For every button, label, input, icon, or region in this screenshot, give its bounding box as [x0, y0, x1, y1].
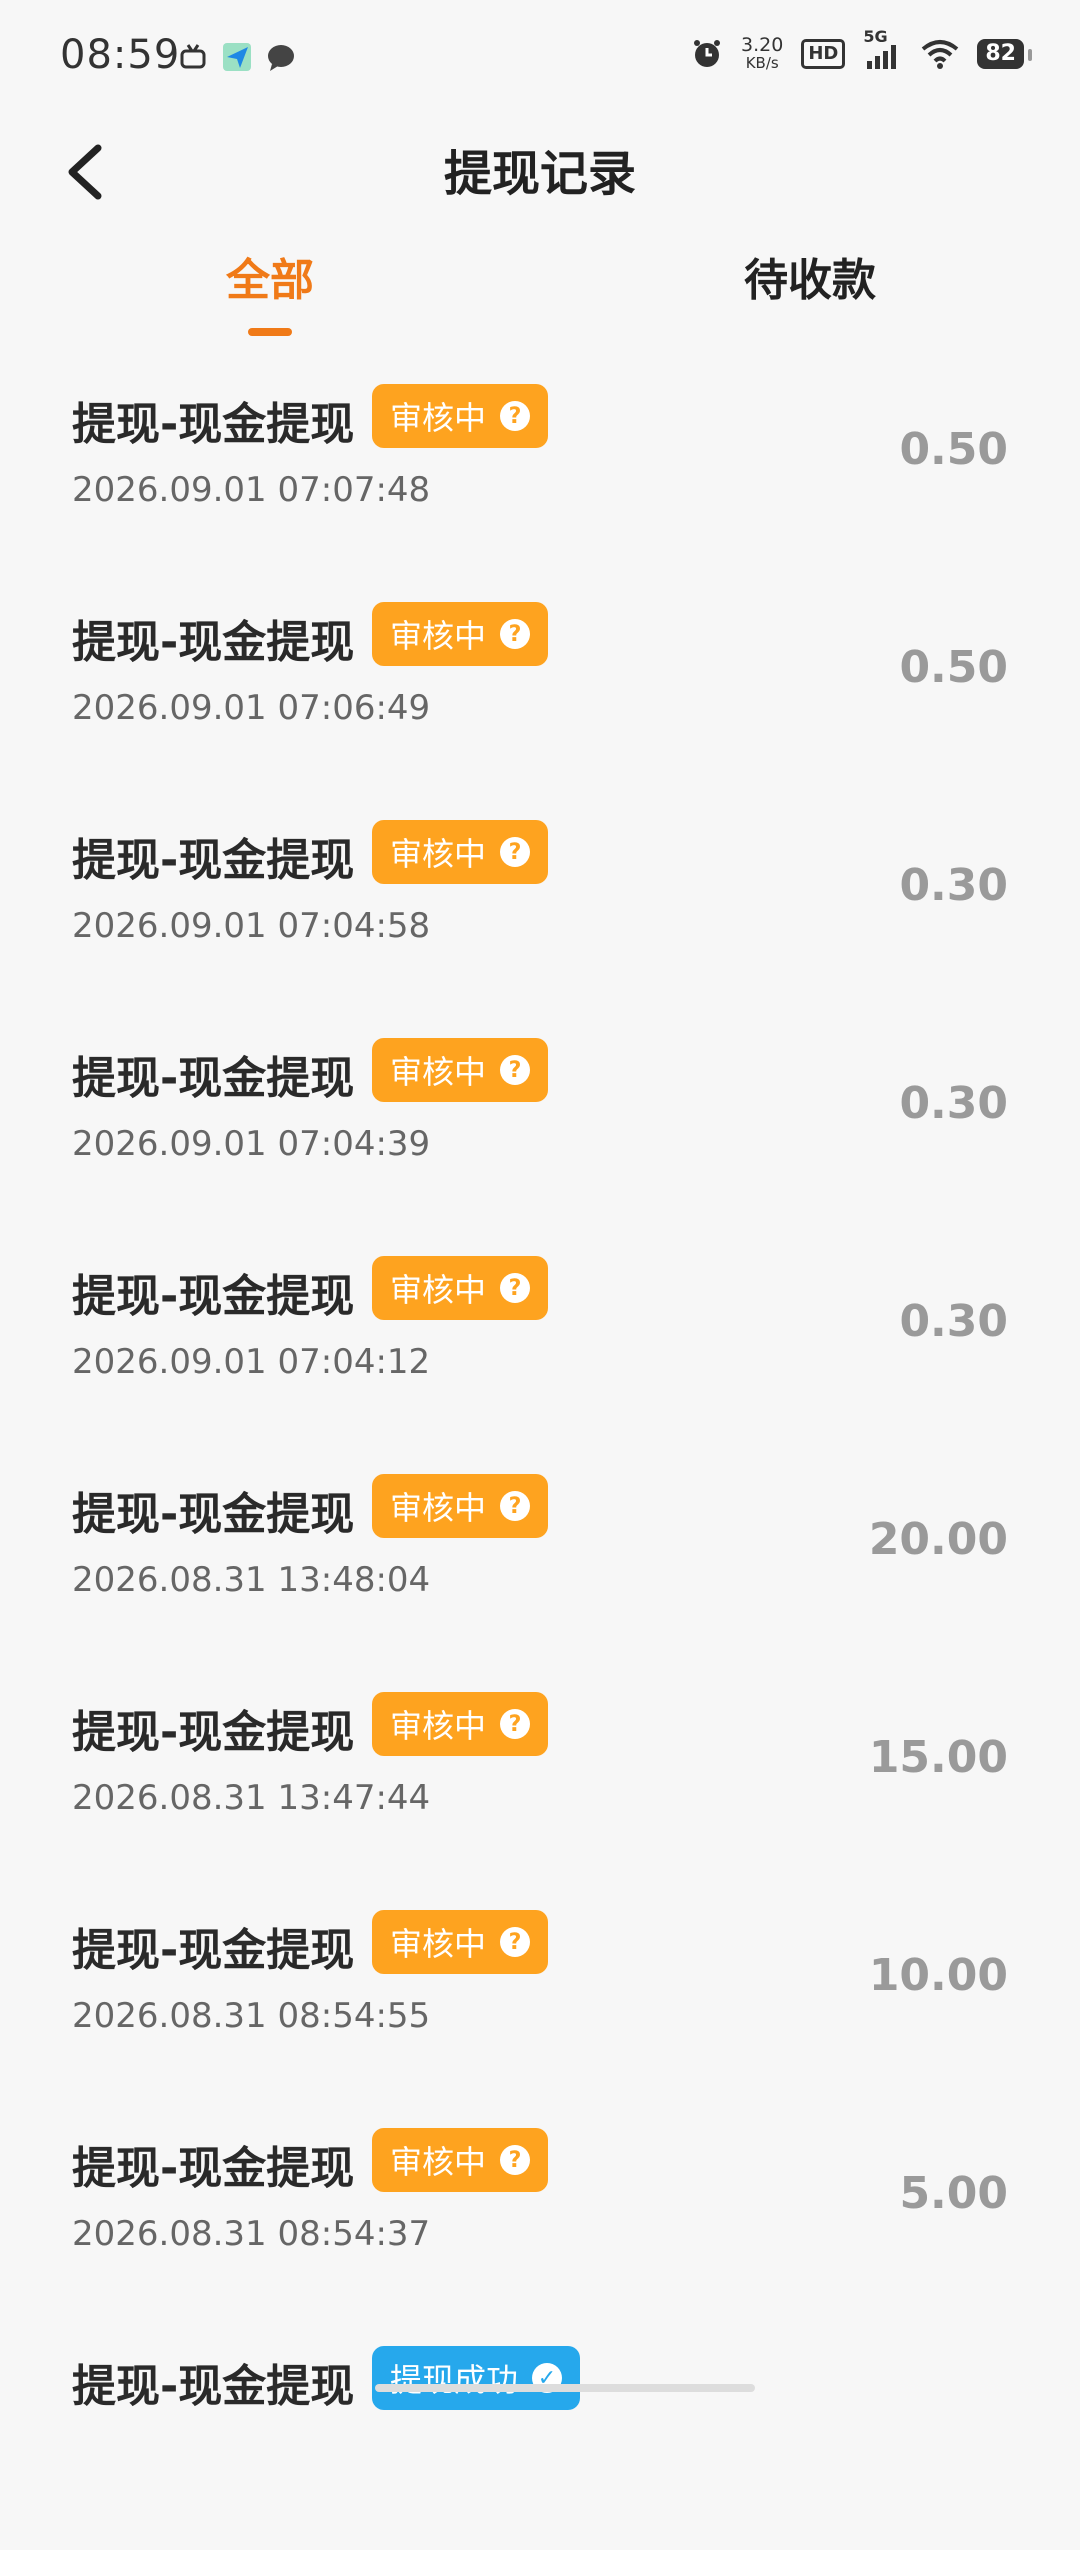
status-label: 审核中	[390, 1707, 487, 1745]
record-amount: 0.50	[899, 642, 1008, 693]
record-time: 2026.09.01 07:06:49	[72, 688, 431, 728]
record-time: 2026.08.31 08:54:55	[72, 1996, 431, 2036]
status-label: 提现成功	[390, 2361, 519, 2399]
status-label: 审核中	[390, 1489, 487, 1527]
active-tab-indicator	[248, 328, 292, 336]
home-indicator[interactable]	[375, 2384, 755, 2392]
record-title: 提现-现金提现	[72, 1925, 355, 1976]
record-item[interactable]: 提现-现金提现 审核中 ? 2026.09.01 07:04:12 0.30	[0, 1242, 1080, 1460]
status-badge[interactable]: 审核中 ?	[372, 384, 549, 448]
tab-all[interactable]: 全部	[226, 244, 314, 308]
hd-badge: HD	[801, 39, 846, 69]
status-badge[interactable]: 审核中 ?	[372, 1692, 549, 1756]
record-amount: 20.00	[868, 1514, 1008, 1565]
status-label: 审核中	[390, 399, 487, 437]
question-mark-icon: ?	[500, 1927, 531, 1957]
status-badge[interactable]: 审核中 ?	[372, 2128, 549, 2192]
withdrawal-record-list: 提现-现金提现 审核中 ? 2026.09.01 07:07:48 0.50 提…	[0, 370, 1080, 2550]
alarm-icon	[694, 40, 721, 67]
record-time: 2026.08.31 13:48:04	[72, 1560, 431, 1600]
record-item[interactable]: 提现-现金提现 审核中 ? 2026.08.31 08:54:55 10.00	[0, 1896, 1080, 2114]
wifi-icon	[922, 40, 959, 69]
record-item[interactable]: 提现-现金提现 审核中 ? 2026.09.01 07:04:39 0.30	[0, 1024, 1080, 1242]
paper-plane-icon	[223, 43, 251, 71]
record-item[interactable]: 提现-现金提现 审核中 ? 2026.08.31 13:47:44 15.00	[0, 1678, 1080, 1896]
question-mark-icon: ?	[500, 837, 531, 867]
record-amount: 15.00	[868, 1732, 1008, 1783]
tv-app-icon	[180, 44, 206, 69]
message-icon	[268, 45, 294, 71]
record-title: 提现-现金提现	[72, 1489, 355, 1540]
system-icons: 3.20 KB/s HD 5G 82	[691, 27, 1032, 73]
record-item[interactable]: 提现-现金提现 审核中 ? 2026.09.01 07:04:58 0.30	[0, 806, 1080, 1024]
question-mark-icon: ?	[500, 1273, 531, 1303]
record-item[interactable]: 提现-现金提现 审核中 ? 2026.09.01 07:07:48 0.50	[0, 370, 1080, 588]
status-badge[interactable]: 审核中 ?	[372, 602, 549, 666]
status-badge[interactable]: 审核中 ?	[372, 1038, 549, 1102]
record-item[interactable]: 提现-现金提现 审核中 ? 2026.09.01 07:06:49 0.50	[0, 588, 1080, 806]
status-label: 审核中	[390, 1053, 487, 1091]
record-amount: 10.00	[868, 1950, 1008, 2001]
status-badge[interactable]: 审核中 ?	[372, 820, 549, 884]
record-title: 提现-现金提现	[72, 835, 355, 886]
status-label: 审核中	[390, 1925, 487, 1963]
status-label: 审核中	[390, 1271, 487, 1309]
question-mark-icon: ?	[500, 1709, 531, 1739]
record-item[interactable]: 提现-现金提现 审核中 ? 2026.08.31 08:54:37 5.00	[0, 2114, 1080, 2332]
record-title: 提现-现金提现	[72, 1707, 355, 1758]
page-title: 提现记录	[443, 146, 636, 202]
record-amount: 0.50	[899, 424, 1008, 475]
record-time: 2026.09.01 07:04:58	[72, 906, 431, 946]
record-title: 提现-现金提现	[72, 2143, 355, 2194]
tab-pending-payment[interactable]: 待收款	[744, 244, 876, 308]
question-mark-icon: ?	[500, 619, 531, 649]
tab-bar: 全部 待收款	[0, 228, 1080, 348]
record-amount: 0.30	[899, 1296, 1008, 1347]
status-badge[interactable]: 审核中 ?	[372, 1910, 549, 1974]
record-title: 提现-现金提现	[72, 1271, 355, 1322]
network-type: 5G	[863, 27, 888, 46]
record-amount: 5.00	[899, 2168, 1008, 2219]
record-time: 2026.08.31 08:54:37	[72, 2214, 431, 2254]
status-badge[interactable]: 审核中 ?	[372, 1474, 549, 1538]
status-bar: 08:59 3.20 KB/s HD 5G 82	[0, 0, 1080, 120]
record-item[interactable]: 提现-现金提现 审核中 ? 2026.08.31 13:48:04 20.00	[0, 1460, 1080, 1678]
status-label: 审核中	[390, 617, 487, 655]
header: 提现记录	[0, 120, 1080, 220]
question-mark-icon: ?	[500, 1491, 531, 1521]
record-time: 2026.08.31 13:47:44	[72, 1778, 431, 1818]
notification-icons	[178, 42, 296, 72]
signal-indicator: 5G	[863, 27, 903, 69]
record-time: 2026.09.01 07:04:39	[72, 1124, 431, 1164]
status-badge[interactable]: 提现成功 ✓	[372, 2346, 581, 2410]
status-time: 08:59	[60, 32, 181, 78]
net-speed: 3.20 KB/s	[741, 34, 784, 73]
record-title: 提现-现金提现	[72, 2361, 355, 2412]
record-time: 2026.09.01 07:04:12	[72, 1342, 431, 1382]
net-speed-unit: KB/s	[745, 54, 779, 72]
record-title: 提现-现金提现	[72, 1053, 355, 1104]
status-label: 审核中	[390, 2143, 487, 2181]
record-time: 2026.09.01 07:07:48	[72, 470, 431, 510]
record-amount: 0.30	[899, 860, 1008, 911]
record-title: 提现-现金提现	[72, 399, 355, 450]
status-badge[interactable]: 审核中 ?	[372, 1256, 549, 1320]
net-speed-value: 3.20	[741, 34, 784, 56]
record-title: 提现-现金提现	[72, 617, 355, 668]
record-amount: 0.30	[899, 1078, 1008, 1129]
battery-indicator: 82	[977, 39, 1032, 69]
question-mark-icon: ?	[500, 2145, 531, 2175]
status-label: 审核中	[390, 835, 487, 873]
record-item[interactable]: 提现-现金提现 提现成功 ✓	[0, 2332, 1080, 2550]
question-mark-icon: ?	[500, 1055, 531, 1085]
question-mark-icon: ?	[500, 401, 531, 431]
